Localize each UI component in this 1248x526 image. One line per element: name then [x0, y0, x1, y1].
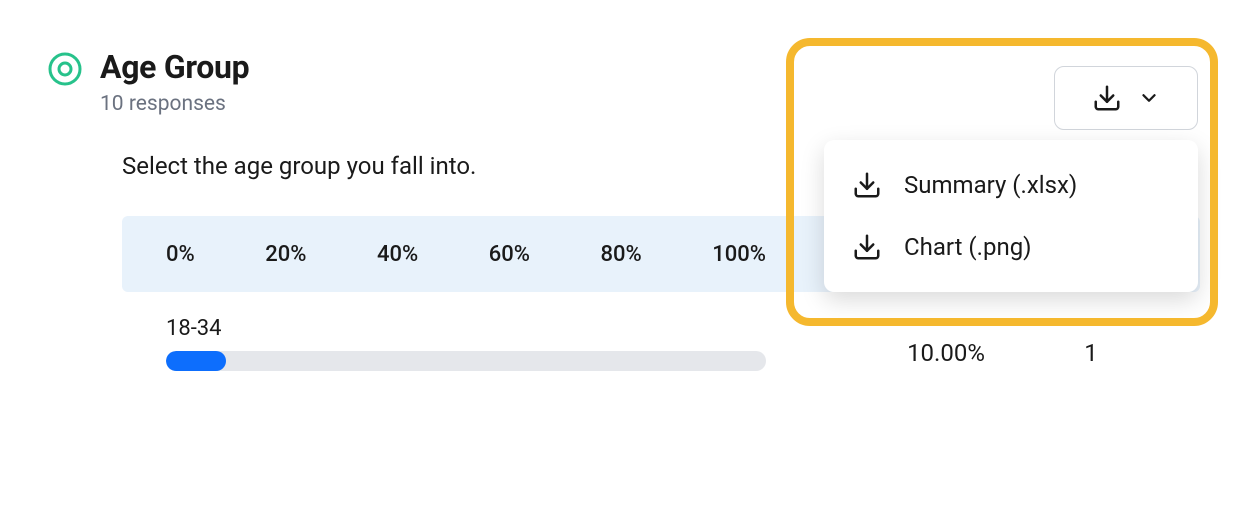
bar-track: [166, 351, 766, 371]
dropdown-label: Summary (.xlsx): [904, 171, 1077, 199]
bar-cell: 18-34: [166, 316, 766, 371]
question-title: Age Group: [100, 48, 1200, 86]
title-block: Age Group 10 responses: [100, 48, 1200, 116]
question-card: Age Group 10 responses Select the age gr…: [0, 0, 1248, 526]
axis-tick: 80%: [600, 242, 641, 267]
download-dropdown: Summary (.xlsx) Chart (.png): [824, 140, 1198, 292]
dropdown-item-summary[interactable]: Summary (.xlsx): [824, 154, 1198, 216]
responses-count: 10 responses: [100, 92, 1200, 116]
radio-icon: [48, 52, 82, 86]
download-icon: [1092, 83, 1122, 113]
axis-tick: 60%: [489, 242, 530, 267]
card-header: Age Group 10 responses: [48, 48, 1200, 116]
download-icon: [852, 232, 882, 262]
bar-fill: [166, 351, 226, 371]
row-label: 18-34: [166, 316, 766, 341]
table-row: 18-34 10.00% 1: [122, 292, 1200, 371]
axis-tick: 20%: [265, 242, 306, 267]
axis-labels: 0% 20% 40% 60% 80% 100%: [166, 242, 766, 267]
axis-tick: 100%: [712, 242, 766, 267]
download-button[interactable]: [1054, 66, 1198, 130]
dropdown-item-chart[interactable]: Chart (.png): [824, 216, 1198, 278]
chevron-down-icon: [1138, 87, 1160, 109]
cell-count: 1: [1026, 321, 1156, 367]
axis-tick: 40%: [377, 242, 418, 267]
download-icon: [852, 170, 882, 200]
axis-tick: 0%: [166, 242, 195, 267]
cell-percent: 10.00%: [866, 321, 1026, 367]
dropdown-label: Chart (.png): [904, 233, 1032, 261]
